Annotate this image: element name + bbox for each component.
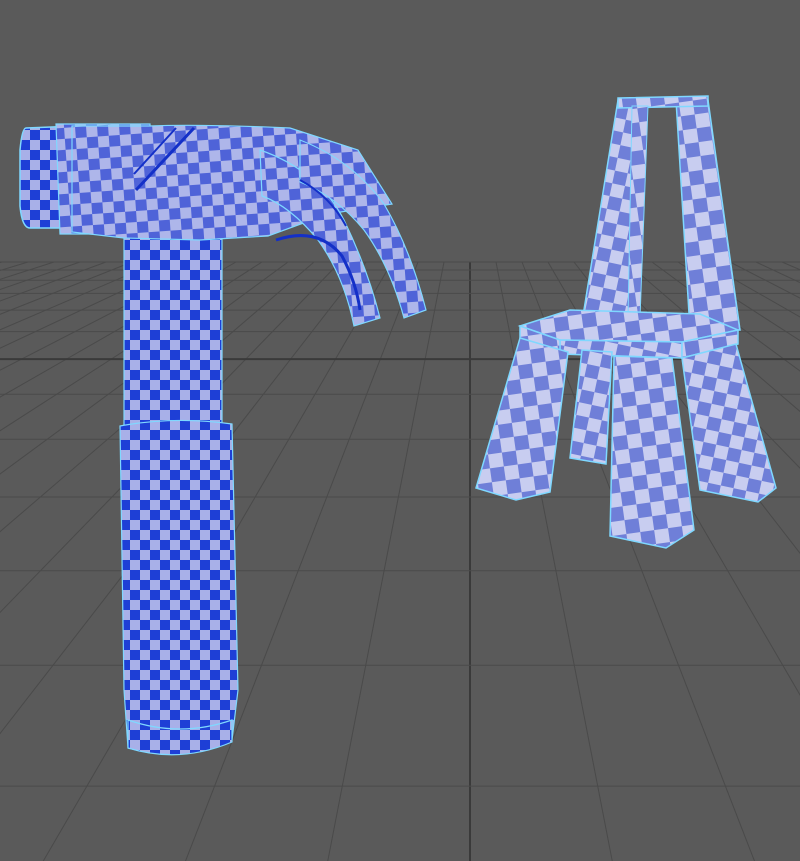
grid-line [0, 261, 29, 272]
grid-line [781, 261, 800, 271]
chair-back-right-post[interactable] [675, 99, 741, 331]
chair-leg-front-right[interactable] [681, 343, 777, 503]
chair-leg-front-left[interactable] [475, 337, 569, 501]
3d-viewport[interactable] [0, 0, 800, 861]
chair-object[interactable] [475, 95, 777, 549]
chair-back-inner[interactable] [627, 105, 649, 319]
grid-line [755, 261, 800, 284]
grid-line [0, 261, 55, 280]
hammer-handle-upper[interactable] [123, 227, 223, 433]
grid-line [729, 261, 800, 299]
chair-seat-front[interactable] [559, 339, 683, 359]
grid-line [0, 261, 81, 291]
chair-leg-back-left[interactable] [569, 349, 613, 465]
chair-leg-front-middle[interactable] [609, 355, 695, 549]
grid-line [0, 261, 107, 302]
hammer-handle-grip[interactable] [119, 419, 239, 755]
grid-line [0, 261, 3, 264]
grid-line [327, 261, 445, 861]
grid-line [0, 261, 133, 315]
